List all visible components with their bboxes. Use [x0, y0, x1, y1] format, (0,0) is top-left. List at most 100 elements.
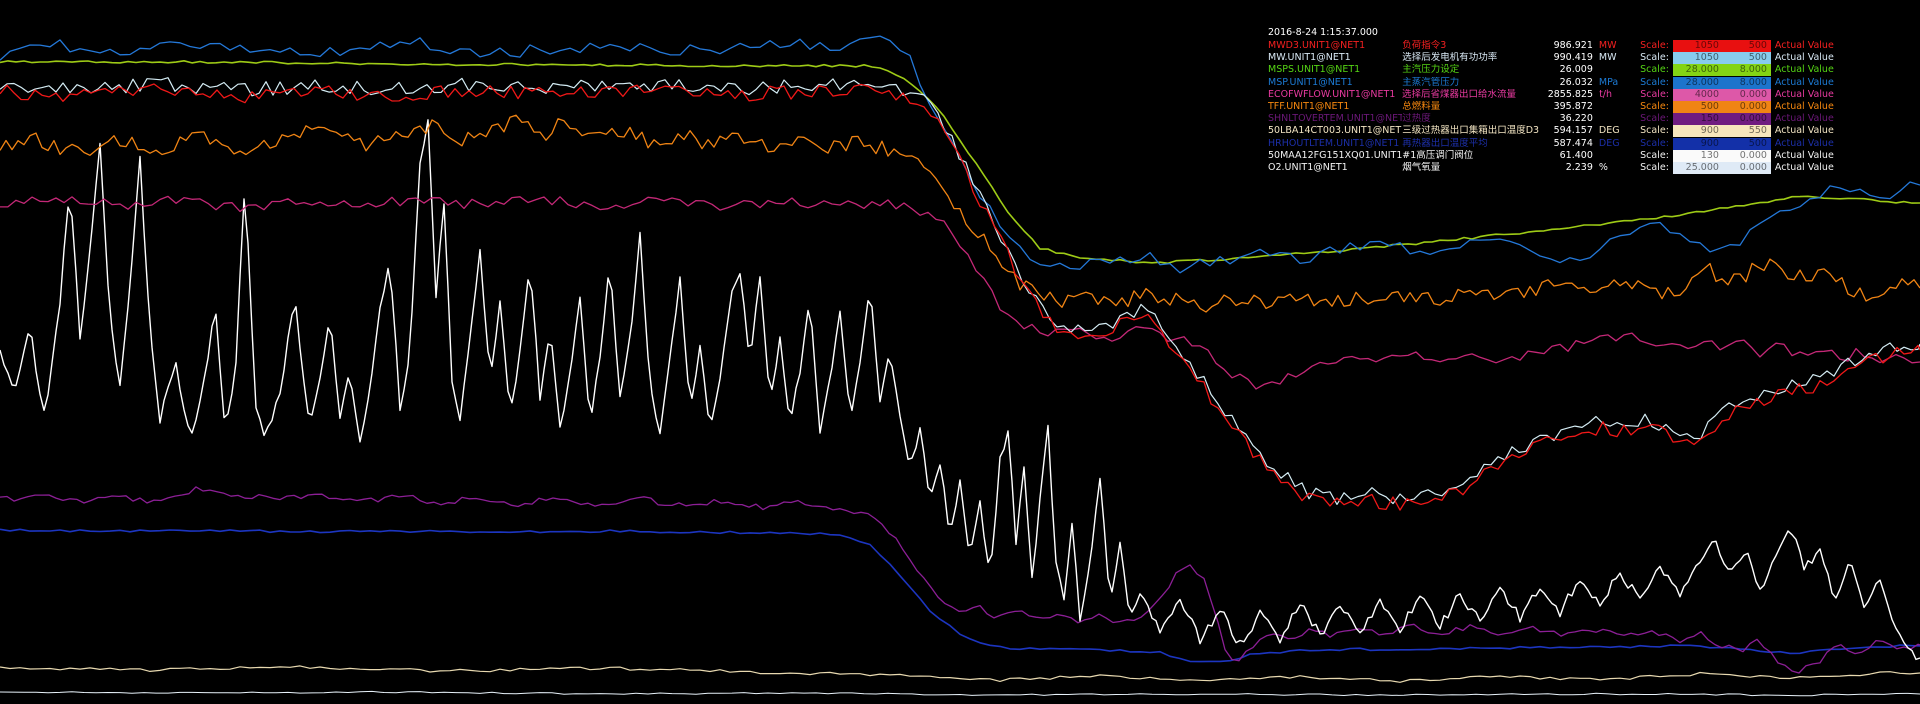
actual-value-label: Actual Value [1771, 89, 1843, 101]
actual-value-label: Actual Value [1771, 150, 1843, 162]
scale-min: 0.000 [1723, 89, 1771, 101]
legend-row[interactable]: O2.UNIT1@NET1烟气氧量2.239%Scale:25.0000.000… [1268, 162, 1843, 174]
scale-max: 1050 [1673, 52, 1723, 64]
tag-label: MWD3.UNIT1@NET1 [1268, 40, 1402, 52]
value-label: 26.009 [1548, 64, 1599, 76]
tag-label: MSP.UNIT1@NET1 [1268, 77, 1402, 89]
trend-screen: 2016-8-24 1:15:37.000 MWD3.UNIT1@NET1负荷指… [0, 0, 1920, 704]
legend-row[interactable]: MSP.UNIT1@NET1主蒸汽管压力26.032MPaScale:28.00… [1268, 77, 1843, 89]
unit-label: MW [1599, 40, 1634, 52]
trend-legend: 2016-8-24 1:15:37.000 MWD3.UNIT1@NET1负荷指… [1268, 27, 1843, 174]
tag-label: O2.UNIT1@NET1 [1268, 162, 1402, 174]
legend-row[interactable]: TFF.UNIT1@NET1总燃料量395.872 Scale:5000.000A… [1268, 101, 1843, 113]
description-label: 再热器出口温度平均 [1402, 138, 1548, 150]
scale-max: 500 [1673, 101, 1723, 113]
scale-bar: 40000.000 [1673, 89, 1771, 101]
scale-label: Scale: [1634, 113, 1673, 125]
unit-label: DEG [1599, 138, 1634, 150]
value-label: 986.921 [1548, 40, 1599, 52]
description-label: 主汽压力设定 [1402, 64, 1548, 76]
scale-bar: 1300.000 [1673, 150, 1771, 162]
scale-label: Scale: [1634, 101, 1673, 113]
cursor-timestamp: 2016-8-24 1:15:37.000 [1268, 27, 1843, 40]
tag-label: ECOFWFLOW.UNIT1@NET1 [1268, 89, 1402, 101]
scale-bar: 1500.000 [1673, 113, 1771, 125]
legend-row[interactable]: MW.UNIT1@NET1选择后发电机有功功率990.419MWScale:10… [1268, 52, 1843, 64]
actual-value-label: Actual Value [1771, 52, 1843, 64]
scale-max: 28.000 [1673, 77, 1723, 89]
description-label: 主蒸汽管压力 [1402, 77, 1548, 89]
scale-bar: 28.0008.000 [1673, 64, 1771, 76]
description-label: 选择后发电机有功功率 [1402, 52, 1548, 64]
unit-label: t/h [1599, 89, 1634, 101]
scale-min: 0.000 [1723, 101, 1771, 113]
scale-bar: 900550 [1673, 125, 1771, 137]
actual-value-label: Actual Value [1771, 64, 1843, 76]
scale-label: Scale: [1634, 125, 1673, 137]
description-label: 烟气氧量 [1402, 162, 1548, 174]
description-label: 总燃料量 [1402, 101, 1548, 113]
trend-line-50lba14ct003 [0, 666, 1920, 682]
legend-row[interactable]: 50MAA12FG151XQ01.UNIT1@NET1#1高压调门阀位61.40… [1268, 150, 1843, 162]
scale-label: Scale: [1634, 52, 1673, 64]
legend-row[interactable]: HRHOUTLTEM.UNIT1@NET1再热器出口温度平均587.474DEG… [1268, 138, 1843, 150]
scale-min: 0.000 [1723, 162, 1771, 174]
value-label: 2.239 [1548, 162, 1599, 174]
tag-label: 50LBA14CT003.UNIT1@NET1 [1268, 125, 1402, 137]
scale-min: 550 [1723, 125, 1771, 137]
scale-max: 4000 [1673, 89, 1723, 101]
tag-label: TFF.UNIT1@NET1 [1268, 101, 1402, 113]
scale-bar: 1050500 [1673, 40, 1771, 52]
description-label: 过热度 [1402, 113, 1548, 125]
scale-bar: 28.0008.000 [1673, 77, 1771, 89]
scale-label: Scale: [1634, 150, 1673, 162]
legend-row[interactable]: 50LBA14CT003.UNIT1@NET1三级过热器出口集箱出口温度D359… [1268, 125, 1843, 137]
description-label: #1高压调门阀位 [1402, 150, 1548, 162]
value-label: 587.474 [1548, 138, 1599, 150]
trend-line-ecofwflow [0, 196, 1920, 389]
value-label: 26.032 [1548, 77, 1599, 89]
unit-label: DEG [1599, 125, 1634, 137]
legend-row[interactable]: MSPS.UNIT1@NET1主汽压力设定26.009 Scale:28.0008… [1268, 64, 1843, 76]
scale-min: 0.000 [1723, 150, 1771, 162]
value-label: 395.872 [1548, 101, 1599, 113]
scale-label: Scale: [1634, 64, 1673, 76]
scale-min: 500 [1723, 138, 1771, 150]
scale-label: Scale: [1634, 40, 1673, 52]
scale-min: 500 [1723, 52, 1771, 64]
value-label: 990.419 [1548, 52, 1599, 64]
legend-row[interactable]: MWD3.UNIT1@NET1负荷指令3986.921MWScale:10505… [1268, 40, 1843, 52]
value-label: 594.157 [1548, 125, 1599, 137]
value-label: 61.400 [1548, 150, 1599, 162]
description-label: 负荷指令3 [1402, 40, 1548, 52]
description-label: 选择后省煤器出口给水流量 [1402, 89, 1548, 101]
scale-min: 0.000 [1723, 113, 1771, 125]
scale-min: 8.000 [1723, 77, 1771, 89]
actual-value-label: Actual Value [1771, 40, 1843, 52]
scale-label: Scale: [1634, 138, 1673, 150]
legend-row[interactable]: SHNLTOVERTEM.UNIT1@NET1过热度36.220Scale:15… [1268, 113, 1843, 125]
scale-bar: 5000.000 [1673, 101, 1771, 113]
unit-label: MW [1599, 52, 1634, 64]
scale-bar: 900500 [1673, 138, 1771, 150]
description-label: 三级过热器出口集箱出口温度D3 [1402, 125, 1548, 137]
scale-max: 25.000 [1673, 162, 1723, 174]
actual-value-label: Actual Value [1771, 125, 1843, 137]
tag-label: HRHOUTLTEM.UNIT1@NET1 [1268, 138, 1402, 150]
scale-min: 8.000 [1723, 64, 1771, 76]
tag-label: SHNLTOVERTEM.UNIT1@NET1 [1268, 113, 1402, 125]
scale-bar: 25.0000.000 [1673, 162, 1771, 174]
scale-bar: 1050500 [1673, 52, 1771, 64]
trend-line-o2 [0, 691, 1920, 695]
actual-value-label: Actual Value [1771, 162, 1843, 174]
trend-line-hrhoutltem [0, 529, 1920, 661]
actual-value-label: Actual Value [1771, 77, 1843, 89]
actual-value-label: Actual Value [1771, 101, 1843, 113]
legend-row[interactable]: ECOFWFLOW.UNIT1@NET1选择后省煤器出口给水流量2855.825… [1268, 89, 1843, 101]
tag-label: MW.UNIT1@NET1 [1268, 52, 1402, 64]
scale-min: 500 [1723, 40, 1771, 52]
scale-max: 900 [1673, 138, 1723, 150]
value-label: 2855.825 [1548, 89, 1599, 101]
tag-label: MSPS.UNIT1@NET1 [1268, 64, 1402, 76]
scale-max: 900 [1673, 125, 1723, 137]
